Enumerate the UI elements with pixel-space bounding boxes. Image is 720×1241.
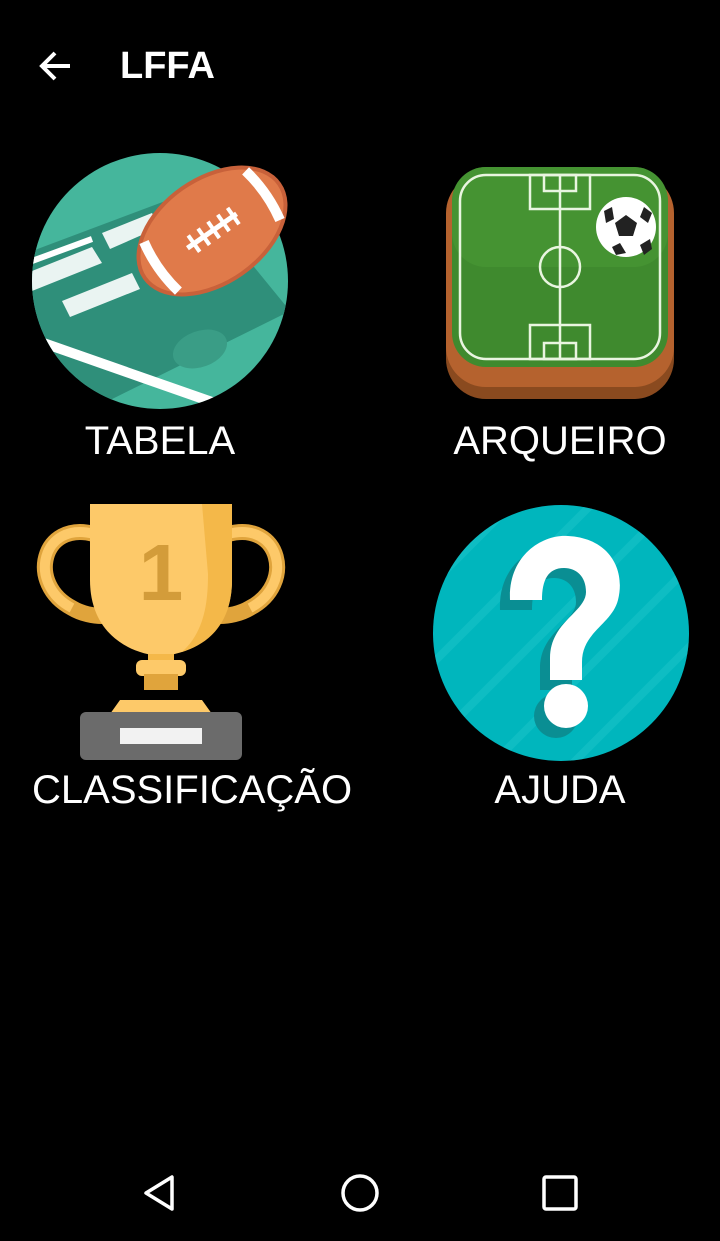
menu-label-arqueiro: ARQUEIRO [453,419,667,463]
nav-back-triangle-icon [144,1175,174,1211]
menu-tile-arqueiro[interactable]: ARQUEIRO [420,145,710,475]
soccer-field-icon [446,167,674,399]
nav-home-button[interactable] [320,1157,400,1229]
menu-label-tabela: TABELA [84,419,236,463]
menu-label-classificacao: CLASSIFICAÇÃO [32,768,353,812]
help-question-icon [433,505,689,761]
menu-tile-ajuda[interactable]: AJUDA [420,500,710,820]
arrow-left-icon [39,51,70,81]
menu-tile-tabela[interactable]: TABELA [20,145,350,475]
system-navigation-bar [0,1145,720,1241]
nav-home-circle-icon [341,1174,379,1212]
app-toolbar: LFFA [0,0,720,132]
page-title: LFFA [120,45,215,87]
nav-back-button[interactable] [120,1157,200,1229]
nav-recents-button[interactable] [520,1157,600,1229]
trophy-icon: 1 [36,504,286,760]
trophy-number: 1 [139,528,184,617]
nav-recents-square-icon [542,1175,578,1211]
menu-tile-classificacao[interactable]: 1 CLASSIFICAÇÃO [20,500,360,820]
american-football-icon [32,153,288,409]
back-button[interactable] [26,36,86,96]
menu-label-ajuda: AJUDA [494,768,626,812]
